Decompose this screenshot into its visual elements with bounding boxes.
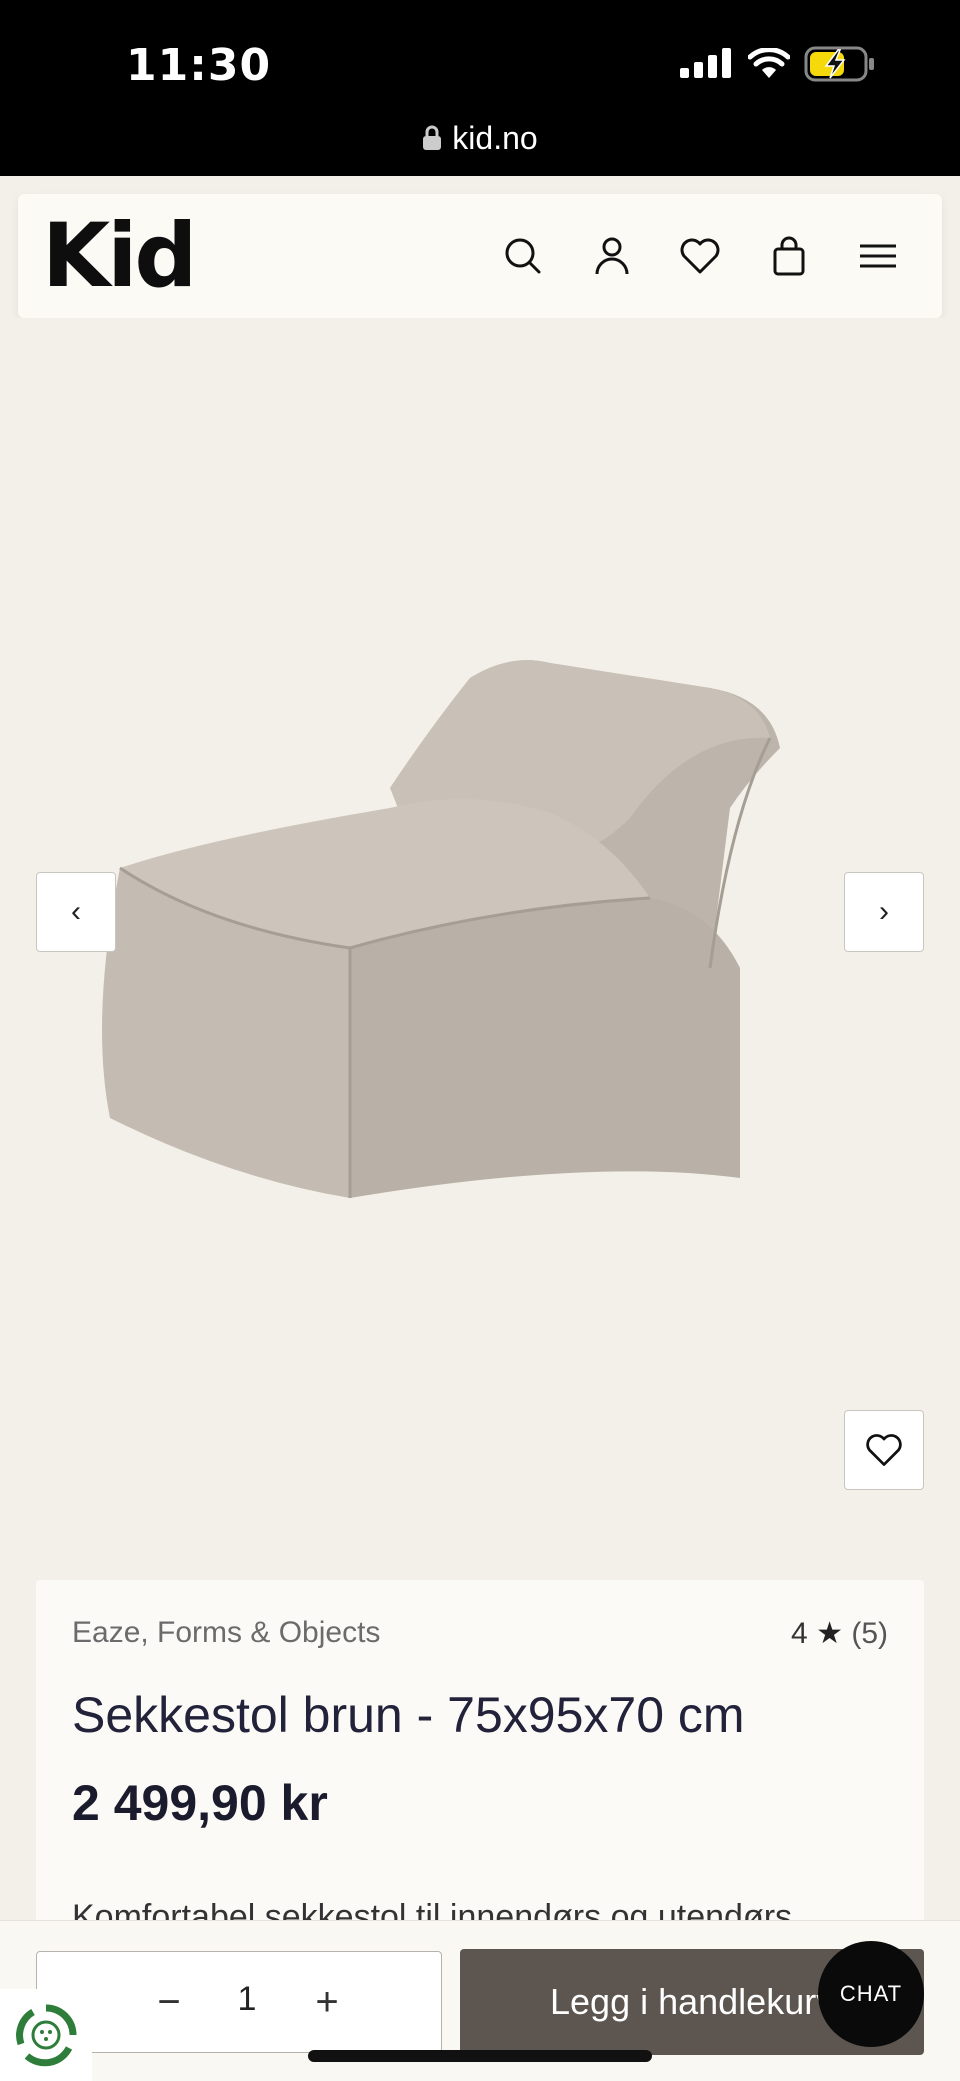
product-brand[interactable]: Eaze, Forms & Objects (72, 1616, 380, 1650)
lock-icon (423, 125, 442, 150)
eco-badge[interactable] (0, 1989, 92, 2081)
star-icon: ★ (816, 1617, 843, 1650)
kid-logo[interactable]: Kid (42, 206, 197, 306)
menu-icon[interactable] (856, 234, 900, 278)
home-indicator (308, 2050, 652, 2062)
status-time: 11:30 (126, 40, 272, 91)
wifi-icon (748, 48, 790, 78)
cellular-signal-icon (680, 48, 731, 78)
increase-quantity-button[interactable]: + (307, 1982, 347, 2022)
heart-icon[interactable] (678, 234, 722, 278)
quantity-value[interactable]: 1 (227, 1980, 267, 2019)
chevron-left-icon: ‹ (71, 895, 81, 928)
user-icon[interactable] (590, 234, 634, 278)
chevron-right-icon: › (879, 895, 889, 928)
rating-value: 4 (791, 1617, 808, 1650)
quantity-stepper: − 1 + (36, 1951, 442, 2053)
site-header: Kid (18, 194, 942, 318)
product-gallery[interactable]: ‹ › (0, 318, 960, 1580)
product-image (102, 660, 780, 1198)
decrease-quantity-button[interactable]: − (149, 1982, 189, 2022)
url-text: kid.no (452, 120, 538, 156)
product-rating[interactable]: 4 ★ (5) (791, 1616, 888, 1651)
product-price: 2 499,90 kr (72, 1775, 328, 1831)
bag-icon[interactable] (767, 234, 811, 278)
status-bar: 11:30 kid.no (0, 0, 960, 176)
chat-button[interactable]: CHAT (818, 1941, 924, 2047)
recycle-icon (16, 2004, 77, 2067)
address-bar[interactable]: kid.no (0, 120, 960, 157)
product-title: Sekkestol brun - 75x95x70 cm (72, 1687, 745, 1743)
battery-charging-icon (804, 46, 874, 82)
add-to-cart-label: Legg i handlekurv (550, 1981, 835, 2022)
rating-count: (5) (851, 1617, 888, 1650)
add-to-wishlist-button[interactable] (844, 1410, 924, 1490)
search-icon[interactable] (501, 234, 545, 278)
heart-icon (866, 1434, 902, 1466)
gallery-prev-button[interactable]: ‹ (36, 872, 116, 952)
gallery-next-button[interactable]: › (844, 872, 924, 952)
